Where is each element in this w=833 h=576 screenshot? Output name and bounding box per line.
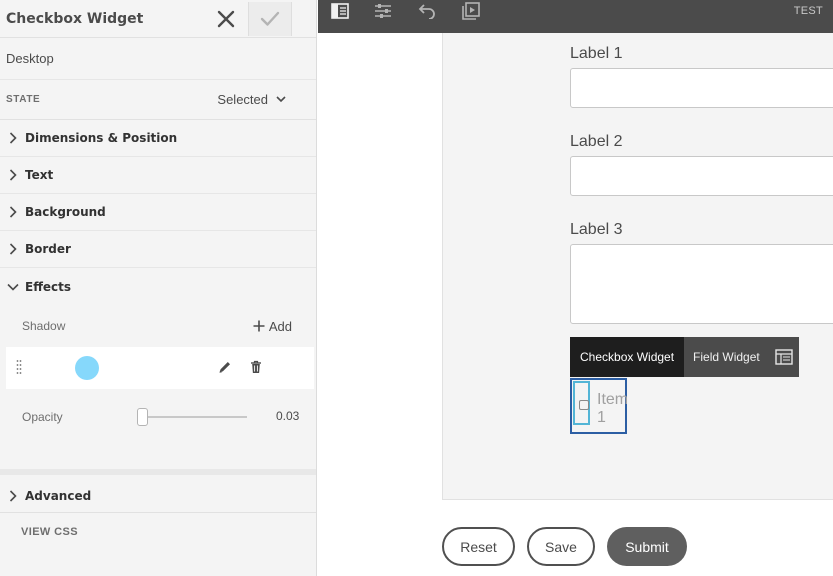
section-border[interactable]: Border (0, 231, 316, 268)
properties-panel: Checkbox Widget Desktop STATE Selected D… (0, 0, 317, 576)
confirm-button[interactable] (248, 1, 292, 36)
panel-header: Checkbox Widget (0, 0, 316, 38)
widget-breadcrumb-bar: Checkbox Widget Field Widget (570, 337, 799, 377)
section-effects[interactable]: Effects (0, 268, 316, 305)
section-background[interactable]: Background (0, 194, 316, 231)
reset-button[interactable]: Reset (442, 527, 515, 566)
checkbox-widget-tab[interactable]: Checkbox Widget (570, 337, 685, 377)
textarea-field-3[interactable] (570, 244, 833, 324)
edit-icon[interactable] (218, 360, 232, 377)
layout-icon[interactable] (768, 337, 799, 377)
section-dimensions[interactable]: Dimensions & Position (0, 120, 316, 157)
checkbox-inner-outline (573, 381, 590, 425)
view-css-link[interactable]: VIEW CSS (21, 526, 78, 538)
close-button[interactable] (204, 1, 248, 37)
shadow-row: Shadow Add (0, 305, 316, 347)
section-effects-label: Effects (25, 279, 72, 294)
shadow-item (6, 347, 314, 389)
save-button[interactable]: Save (527, 527, 595, 566)
chevron-right-icon (9, 489, 17, 502)
close-icon (217, 10, 235, 27)
checkbox-item-label: Item 1 (597, 391, 629, 426)
panel-divider (0, 469, 316, 475)
state-row: STATE Selected (0, 80, 316, 120)
add-label: Add (268, 318, 292, 334)
section-dimensions-label: Dimensions & Position (25, 131, 178, 145)
section-text[interactable]: Text (0, 157, 316, 194)
section-text-label: Text (25, 168, 54, 182)
text-field-1[interactable] (570, 68, 833, 108)
plus-icon (253, 320, 265, 332)
state-dropdown[interactable]: Selected (217, 92, 286, 107)
properties-icon[interactable] (371, 0, 395, 22)
chevron-down-icon (276, 96, 286, 103)
opacity-row: Opacity 0.03 (0, 389, 316, 445)
opacity-slider-track[interactable] (142, 416, 247, 418)
section-advanced[interactable]: Advanced (0, 477, 316, 514)
test-label[interactable]: TEST (794, 5, 823, 17)
section-advanced-label: Advanced (25, 488, 92, 503)
field-widget-tab[interactable]: Field Widget (684, 337, 769, 377)
opacity-slider-handle[interactable] (137, 408, 148, 426)
checkmark-icon (260, 11, 280, 26)
chevron-right-icon (9, 206, 17, 218)
editor-canvas: Label 1 Label 2 Label 3 Checkbox Widget … (318, 33, 833, 576)
undo-icon[interactable] (415, 0, 439, 22)
add-shadow-button[interactable]: Add (253, 319, 292, 334)
section-background-label: Background (25, 205, 106, 219)
chevron-right-icon (9, 243, 17, 255)
editor-toolbar: TEST (318, 0, 833, 33)
field-label-1: Label 1 (570, 45, 623, 62)
field-label-2: Label 2 (570, 133, 623, 150)
checkbox-item-selected[interactable]: Item 1 (570, 378, 629, 434)
section-border-label: Border (25, 242, 71, 256)
chevron-right-icon (9, 169, 17, 181)
panel-title: Checkbox Widget (6, 10, 144, 27)
chevron-down-icon (6, 283, 19, 291)
state-label: STATE (6, 94, 41, 105)
submit-button[interactable]: Submit (607, 527, 687, 566)
chevron-right-icon (9, 132, 17, 144)
opacity-value: 0.03 (276, 409, 300, 423)
drag-handle-icon[interactable] (16, 359, 22, 378)
device-selector[interactable]: Desktop (0, 38, 316, 80)
shadow-color-swatch[interactable] (75, 356, 99, 380)
checkbox-input[interactable] (579, 400, 589, 410)
shadow-label: Shadow (22, 319, 66, 333)
state-value: Selected (217, 92, 268, 107)
preview-icon[interactable] (459, 0, 483, 22)
text-field-2[interactable] (570, 156, 833, 196)
opacity-label: Opacity (22, 410, 63, 424)
divider (0, 512, 316, 513)
sidebar-toggle-icon[interactable] (328, 0, 352, 22)
field-label-3: Label 3 (570, 221, 623, 238)
delete-icon[interactable] (250, 360, 262, 377)
device-label: Desktop (6, 51, 54, 66)
